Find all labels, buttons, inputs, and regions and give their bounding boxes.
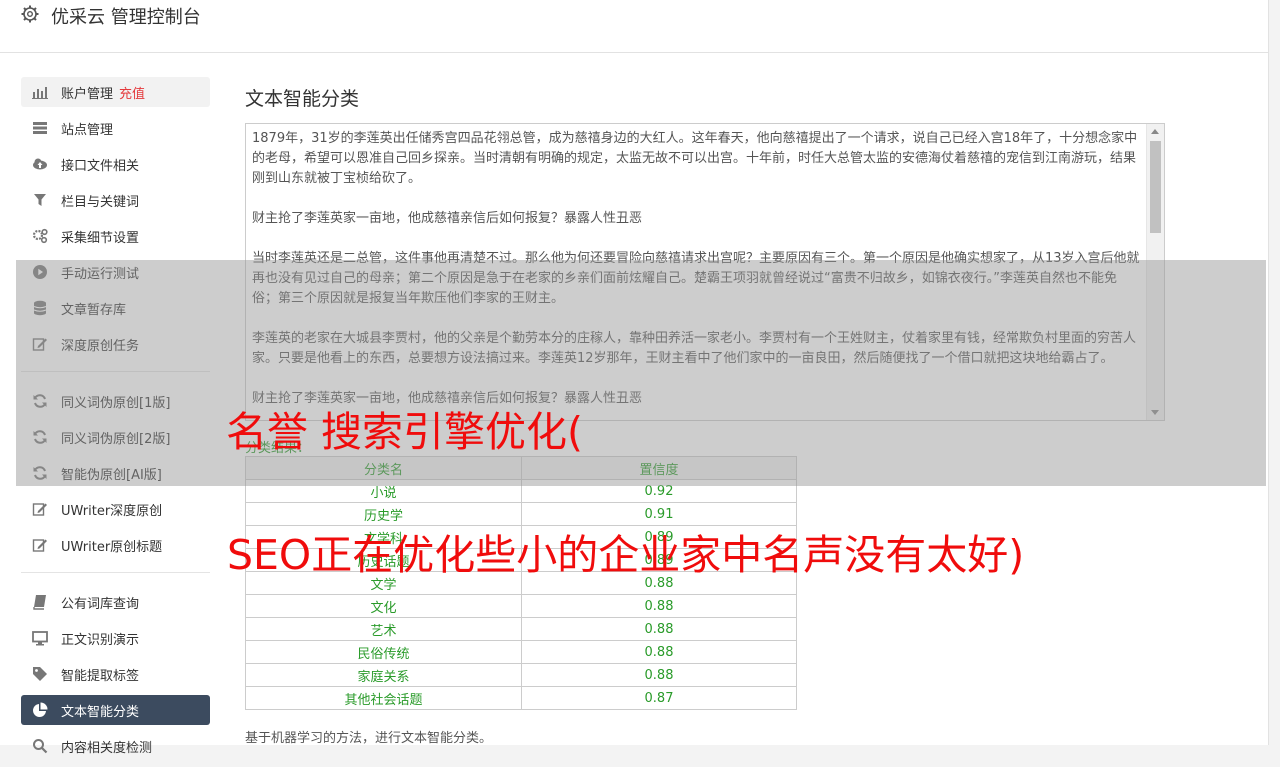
sidebar-item-label: 内容相关度检测 <box>61 740 153 756</box>
table-row: 家庭关系 0.88 <box>245 663 797 687</box>
recharge-link[interactable]: 充值 <box>119 83 145 102</box>
confidence-cell: 0.88 <box>521 594 797 618</box>
sidebar-item-2-4[interactable]: 内容相关度检测 <box>21 731 210 761</box>
search-icon <box>32 738 48 754</box>
sidebar-item-2-2[interactable]: 智能提取标签 <box>21 659 210 689</box>
category-cell: 民俗传统 <box>245 640 522 664</box>
sidebar-item-0-2[interactable]: 接口文件相关 <box>21 149 210 179</box>
edit-icon <box>32 501 48 517</box>
sidebar-item-label: UWriter深度原创 <box>61 503 163 519</box>
sidebar-item-label: 采集细节设置 <box>61 230 140 246</box>
confidence-cell: 0.87 <box>521 686 797 710</box>
sidebar-item-label: 正文识别演示 <box>61 632 140 648</box>
watermark-line-1: 名誉 搜索引擎优化( <box>226 408 584 456</box>
sidebar-item-1-3[interactable]: UWriter深度原创 <box>21 494 210 524</box>
sidebar-item-label: 文本智能分类 <box>61 704 140 720</box>
desktop-icon <box>32 630 48 646</box>
sidebar-item-label: 智能提取标签 <box>61 668 140 684</box>
gear-icon <box>21 5 39 23</box>
book-icon <box>32 594 48 610</box>
server-icon <box>32 120 48 136</box>
result-table: 分类名 置信度 小说 0.92 历史学 0.91 文学科 0.89 历史话题 0.89 文学 0.… <box>245 456 797 710</box>
sidebar-item-2-1[interactable]: 正文识别演示 <box>21 623 210 653</box>
category-cell: 家庭关系 <box>245 663 522 687</box>
sidebar-item-label: 站点管理 <box>61 122 114 138</box>
filter-icon <box>32 192 48 208</box>
edit-icon <box>32 537 48 553</box>
scroll-thumb[interactable] <box>1150 141 1161 233</box>
table-row: 其他社会话题 0.87 <box>245 686 797 710</box>
footnote: 基于机器学习的方法，进行文本智能分类。 <box>245 731 493 746</box>
sidebar-item-0-3[interactable]: 栏目与关键词 <box>21 185 210 215</box>
gears-icon <box>32 228 48 244</box>
confidence-cell: 0.88 <box>521 663 797 687</box>
category-cell: 艺术 <box>245 617 522 641</box>
cloud-upload-icon <box>32 156 48 172</box>
pie-chart-icon <box>32 702 48 718</box>
sidebar-item-1-4[interactable]: UWriter原创标题 <box>21 530 210 560</box>
sidebar-item-label: 栏目与关键词 <box>61 194 140 210</box>
sidebar-item-0-0[interactable]: 账户管理 充值 <box>21 77 210 107</box>
sidebar-item-2-0[interactable]: 公有词库查询 <box>21 587 210 617</box>
page-title: 文本智能分类 <box>245 88 360 110</box>
sidebar-item-0-4[interactable]: 采集细节设置 <box>21 221 210 251</box>
confidence-cell: 0.88 <box>521 640 797 664</box>
table-row: 民俗传统 0.88 <box>245 640 797 664</box>
category-cell: 文化 <box>245 594 522 618</box>
table-row: 文化 0.88 <box>245 594 797 618</box>
sidebar-divider <box>21 572 210 573</box>
category-cell: 其他社会话题 <box>245 686 522 710</box>
sidebar-item-2-3[interactable]: 文本智能分类 <box>21 695 210 725</box>
tag-icon <box>32 666 48 682</box>
header-bar: 优采云 管理控制台 <box>0 0 1269 53</box>
table-row: 艺术 0.88 <box>245 617 797 641</box>
watermark-line-2: SEO正在优化些小的企业家中名声没有太好) <box>227 531 1025 579</box>
sidebar-item-label: 接口文件相关 <box>61 158 140 174</box>
sidebar-item-0-1[interactable]: 站点管理 <box>21 113 210 143</box>
sidebar-item-label: UWriter原创标题 <box>61 539 163 555</box>
confidence-cell: 0.88 <box>521 617 797 641</box>
scroll-up-icon[interactable] <box>1151 129 1159 134</box>
sidebar-item-label: 公有词库查询 <box>61 596 140 612</box>
sidebar-item-label: 账户管理 <box>61 86 114 102</box>
overlay-band <box>16 260 1266 486</box>
bar-chart-icon <box>32 84 48 100</box>
app-title: 优采云 管理控制台 <box>51 7 201 28</box>
